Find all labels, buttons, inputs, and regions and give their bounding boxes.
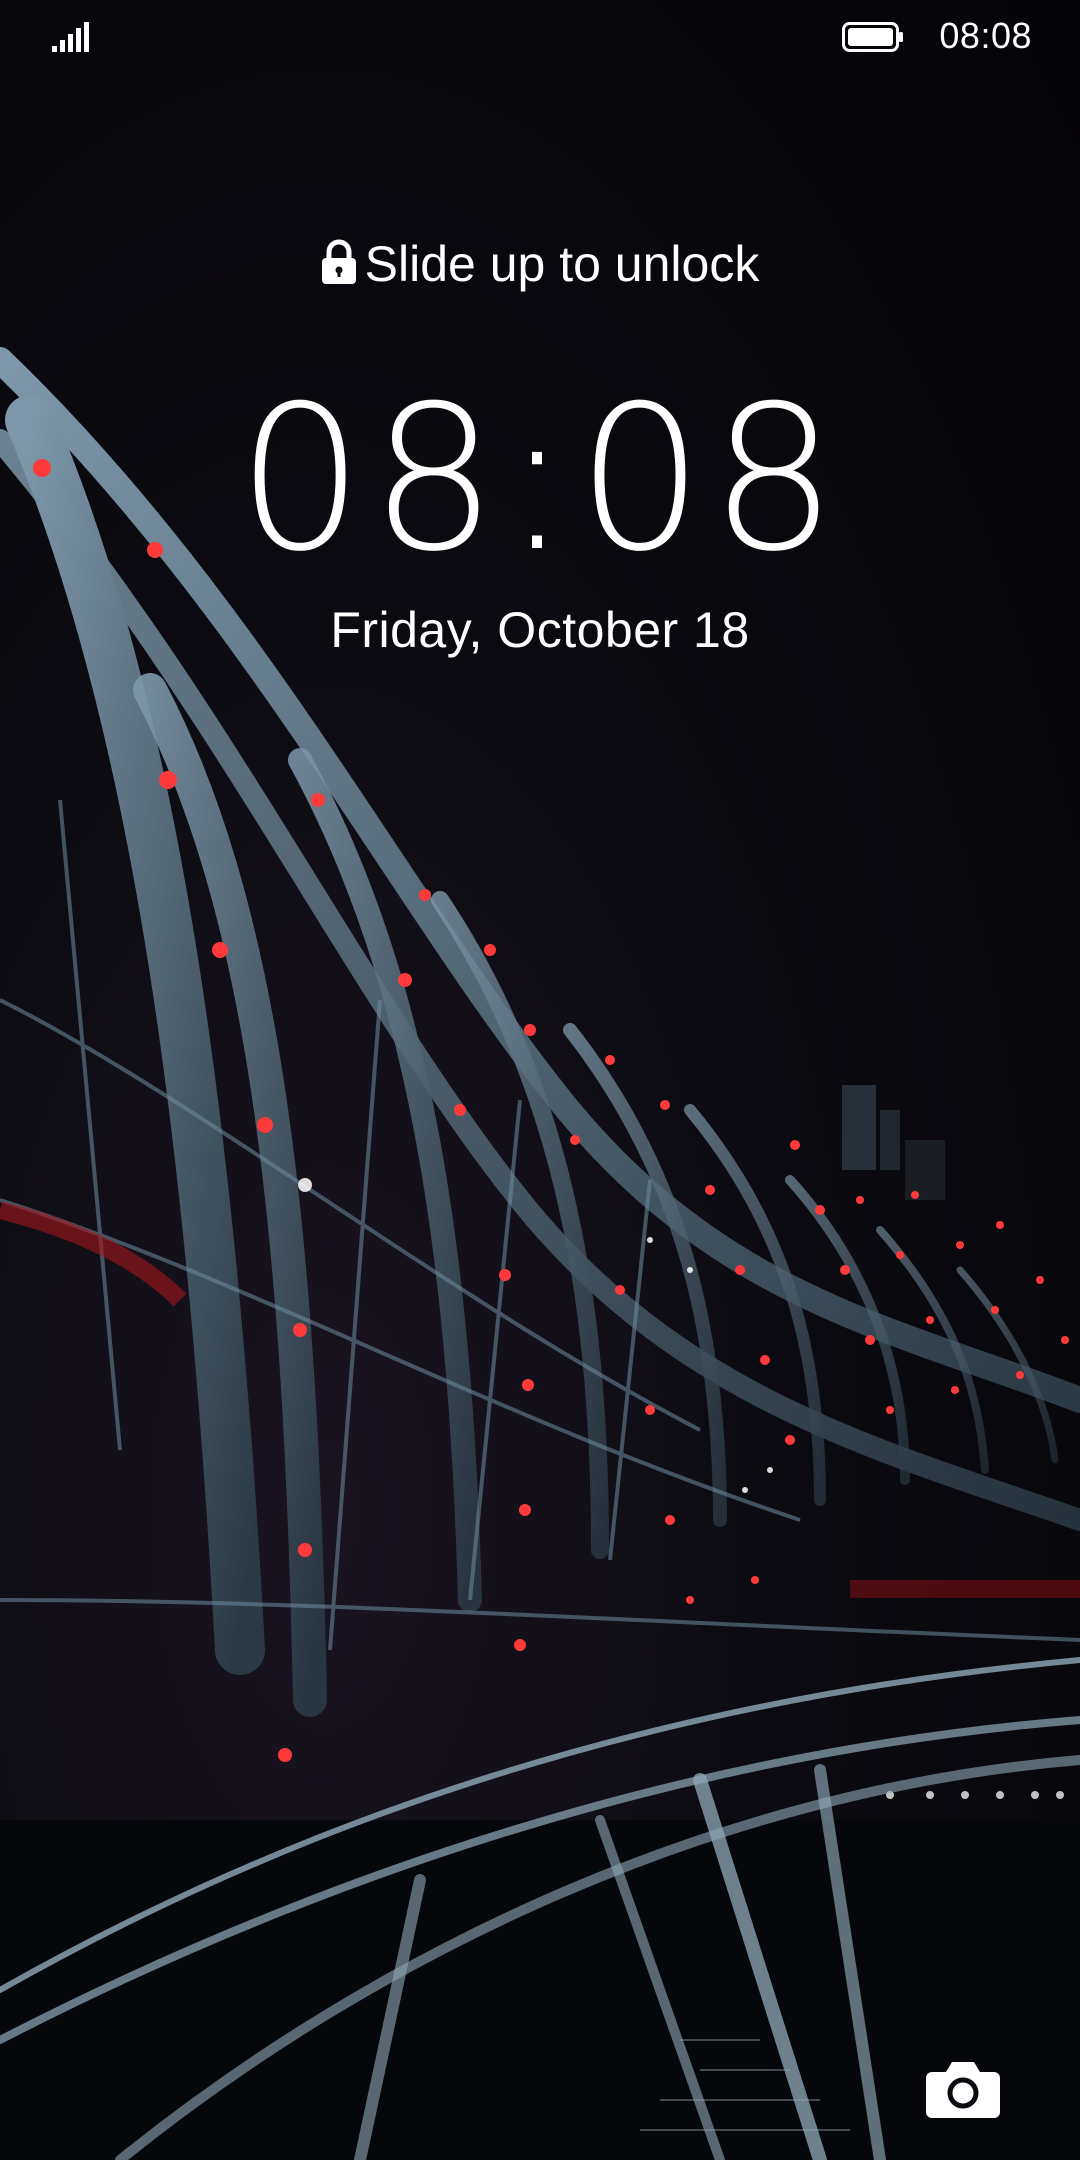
lock-icon [321,239,356,284]
lock-date: Friday, October 18 [330,602,750,658]
signal-icon [52,22,89,52]
lock-clock: 08:08 [236,363,844,596]
battery-icon [842,22,903,52]
wallpaper [0,0,1080,2160]
camera-icon[interactable] [926,2058,1000,2118]
status-bar-time: 08:08 [939,15,1032,56]
bridge-illustration [0,347,1080,2160]
unlock-hint[interactable]: Slide up to unlock [0,234,1080,294]
status-bar: 08:08 [0,0,1080,72]
unlock-hint-text: Slide up to unlock [364,236,760,292]
